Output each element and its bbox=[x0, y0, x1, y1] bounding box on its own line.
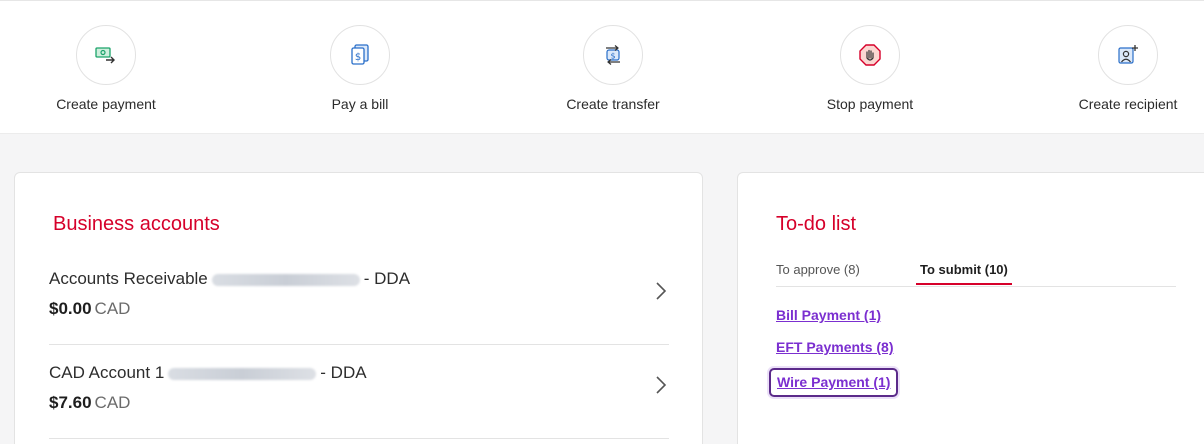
account-name: CAD Account 1 bbox=[49, 363, 165, 382]
business-accounts-title: Business accounts bbox=[53, 213, 220, 235]
create-payment-icon-circle bbox=[76, 25, 136, 85]
stop-hand-icon bbox=[859, 44, 881, 66]
add-person-icon bbox=[1118, 45, 1138, 64]
account-balance: $0.00 bbox=[49, 299, 92, 318]
chevron-right-icon[interactable] bbox=[653, 373, 669, 397]
account-name-line: Accounts Receivable - DDA bbox=[49, 269, 410, 289]
chevron-right-icon[interactable] bbox=[653, 279, 669, 303]
create-recipient-label: Create recipient bbox=[1078, 96, 1178, 112]
transfer-icon: $ bbox=[606, 45, 620, 65]
create-recipient-action[interactable]: Create recipient bbox=[1058, 25, 1198, 112]
eft-payments-link[interactable]: EFT Payments (8) bbox=[776, 339, 893, 355]
business-accounts-card: Business accounts Accounts Receivable - D… bbox=[14, 172, 703, 444]
svg-text:$: $ bbox=[355, 52, 361, 63]
pay-a-bill-label: Pay a bill bbox=[331, 96, 389, 112]
account-name: Accounts Receivable bbox=[49, 269, 208, 288]
account-name-line: CAD Account 1 - DDA bbox=[49, 363, 367, 383]
create-payment-label: Create payment bbox=[56, 96, 156, 112]
todo-tabs: To approve (8) To submit (10) bbox=[776, 261, 1176, 287]
stop-payment-label: Stop payment bbox=[826, 96, 914, 112]
create-transfer-icon-circle: $ bbox=[583, 25, 643, 85]
pay-a-bill-action[interactable]: $ Pay a bill bbox=[290, 25, 430, 112]
todo-list-card: To-do list To approve (8) To submit (10)… bbox=[737, 172, 1204, 444]
account-balance-line: $7.60 CAD bbox=[49, 393, 130, 413]
stop-payment-action[interactable]: Stop payment bbox=[800, 25, 940, 112]
create-transfer-label: Create transfer bbox=[566, 96, 660, 112]
todo-list-title: To-do list bbox=[776, 213, 857, 235]
wire-payment-link[interactable]: Wire Payment (1) bbox=[769, 368, 899, 397]
create-payment-action[interactable]: Create payment bbox=[36, 25, 176, 112]
account-row[interactable]: Accounts Receivable - DDA $0.00 CAD bbox=[49, 251, 669, 345]
account-balance: $7.60 bbox=[49, 393, 92, 412]
account-currency: CAD bbox=[94, 393, 131, 412]
account-row[interactable]: CAD Account 1 - DDA $7.60 CAD bbox=[49, 345, 669, 439]
svg-text:$: $ bbox=[610, 52, 615, 61]
bill-dollar-icon: $ bbox=[351, 44, 369, 65]
bill-payment-link[interactable]: Bill Payment (1) bbox=[776, 307, 881, 323]
quick-actions-bar: Create payment $ Pay a bill $ Create tra… bbox=[0, 0, 1204, 134]
masked-account-number bbox=[211, 273, 360, 286]
masked-account-number bbox=[168, 367, 317, 380]
pay-a-bill-icon-circle: $ bbox=[330, 25, 390, 85]
tab-to-approve[interactable]: To approve (8) bbox=[776, 262, 860, 283]
account-type: - DDA bbox=[363, 269, 411, 288]
create-transfer-action[interactable]: $ Create transfer bbox=[543, 25, 683, 112]
account-type: - DDA bbox=[320, 363, 367, 382]
account-currency: CAD bbox=[94, 299, 131, 318]
stop-payment-icon-circle bbox=[840, 25, 900, 85]
account-balance-line: $0.00 CAD bbox=[49, 299, 130, 319]
create-recipient-icon-circle bbox=[1098, 25, 1158, 85]
tab-to-submit[interactable]: To submit (10) bbox=[916, 262, 1012, 285]
money-send-icon bbox=[95, 47, 115, 64]
